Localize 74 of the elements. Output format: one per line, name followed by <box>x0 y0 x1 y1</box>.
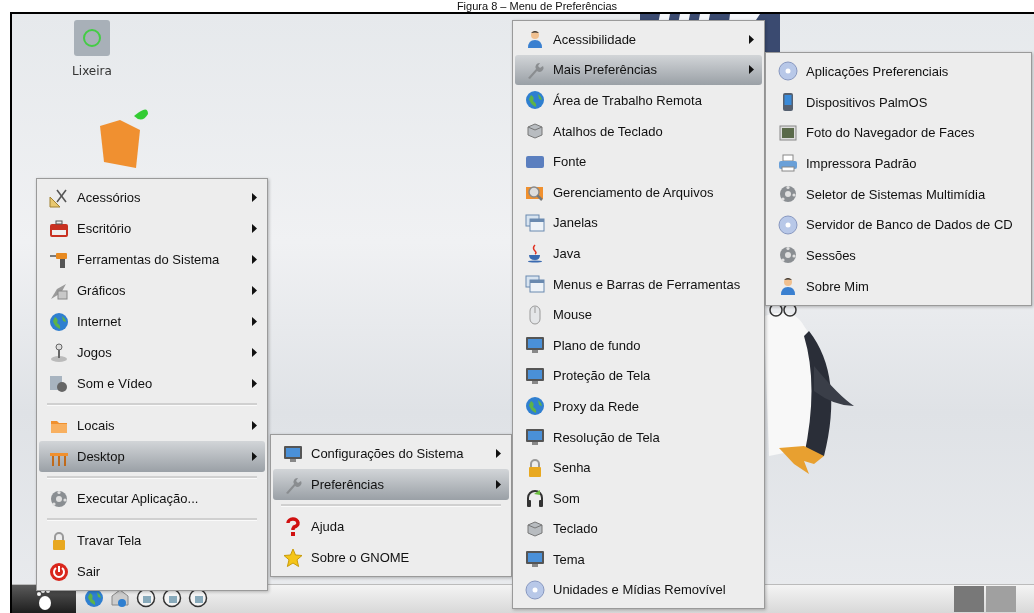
window-icon <box>525 212 545 233</box>
menu-item[interactable]: Janelas <box>515 207 762 239</box>
globe-icon <box>525 90 545 111</box>
menu-item[interactable]: Foto do Navegador de Faces <box>768 117 1029 149</box>
menu-item[interactable]: Desktop <box>39 441 265 472</box>
menu-item[interactable]: Configurações do Sistema <box>273 438 509 469</box>
menu-item[interactable]: Resolução de Tela <box>515 421 762 453</box>
menu-item[interactable]: Locais <box>39 410 265 441</box>
menu-item[interactable]: Aplicações Preferenciais <box>768 56 1029 87</box>
menu-item[interactable]: Ajuda <box>273 511 509 542</box>
cup-icon <box>525 243 545 264</box>
headphones-icon <box>525 488 545 509</box>
menu-item[interactable]: Sessões <box>768 240 1029 271</box>
monitor-icon <box>283 443 303 464</box>
monitor-icon <box>525 549 545 570</box>
foot-icon <box>34 588 54 610</box>
menu-item[interactable]: Proteção de Tela <box>515 360 762 392</box>
gear-icon <box>49 488 69 509</box>
menu-item[interactable]: Executar Aplicação... <box>39 483 265 514</box>
question-icon <box>283 516 303 537</box>
disc-icon <box>778 214 798 235</box>
menu-item[interactable]: Som <box>515 482 762 514</box>
disc-icon <box>525 580 545 600</box>
joystick-icon <box>49 342 69 363</box>
menu-item[interactable]: Teclado <box>515 513 762 545</box>
menu-item[interactable]: Senha <box>515 452 762 483</box>
menu-item[interactable]: Sair <box>39 556 265 587</box>
menu-item[interactable]: Escritório <box>39 213 265 244</box>
menu-item[interactable]: Tema <box>515 544 762 575</box>
menu-item[interactable]: Menus e Barras de Ferramentas <box>515 268 762 300</box>
person-icon <box>778 276 798 297</box>
printer-icon <box>778 153 798 174</box>
picture-icon <box>778 122 798 143</box>
desktop-icon-label[interactable]: Lixeira <box>72 64 112 78</box>
menu-item[interactable]: Plano de fundo <box>515 329 762 361</box>
monitor-icon <box>525 335 545 356</box>
menu-item[interactable]: Impressora Padrão <box>768 148 1029 179</box>
menu-item[interactable]: Dispositivos PalmOS <box>768 86 1029 118</box>
menu-item[interactable]: Mais Preferências <box>515 54 762 86</box>
briefcase-icon <box>49 218 69 239</box>
menu-item[interactable]: Servidor de Banco de Dados de CD <box>768 209 1029 241</box>
power-icon <box>49 561 69 582</box>
menu-item[interactable]: Sobre Mim <box>768 270 1029 302</box>
menu-item[interactable]: Seletor de Sistemas Multimídia <box>768 178 1029 210</box>
ruler-scissors-icon <box>49 187 69 208</box>
globe-icon <box>525 396 545 417</box>
menu-item[interactable]: Gerenciamento de Arquivos <box>515 176 762 208</box>
menu-item[interactable]: Sobre o GNOME <box>273 542 509 573</box>
menu-item[interactable]: Jogos <box>39 337 265 368</box>
globe-icon <box>49 311 69 332</box>
menu-item[interactable]: Atalhos de Teclado <box>515 115 762 147</box>
menu-item[interactable]: Fonte <box>515 146 762 177</box>
person-icon <box>525 29 545 50</box>
menu-item[interactable]: Som e Vídeo <box>39 368 265 399</box>
monitor-icon <box>525 427 545 447</box>
menu-item[interactable]: Internet <box>39 306 265 337</box>
menu-item[interactable]: Mouse <box>515 299 762 330</box>
menu-item[interactable]: Unidades e Mídias Removível <box>515 574 762 606</box>
figure-caption: Figura 8 – Menu de Preferências <box>455 0 618 12</box>
star-icon <box>283 547 303 568</box>
menu-item[interactable]: Ferramentas do Sistema <box>39 244 265 275</box>
menu-item[interactable]: Acessórios <box>39 182 265 213</box>
menu-item[interactable]: Proxy da Rede <box>515 391 762 422</box>
menu-item[interactable]: Área de Trabalho Remota <box>515 85 762 116</box>
menu-item[interactable]: Preferências <box>273 469 509 500</box>
menu-item[interactable]: Java <box>515 238 762 269</box>
gear-icon <box>778 245 798 266</box>
disc-icon <box>778 61 798 82</box>
monitor-icon <box>525 365 545 386</box>
gear-icon <box>778 184 798 205</box>
menu-item[interactable]: Gráficos <box>39 275 265 306</box>
menu-item[interactable]: Acessibilidade <box>515 24 762 55</box>
menu-item[interactable]: Travar Tela <box>39 525 265 556</box>
window-icon <box>525 274 545 295</box>
